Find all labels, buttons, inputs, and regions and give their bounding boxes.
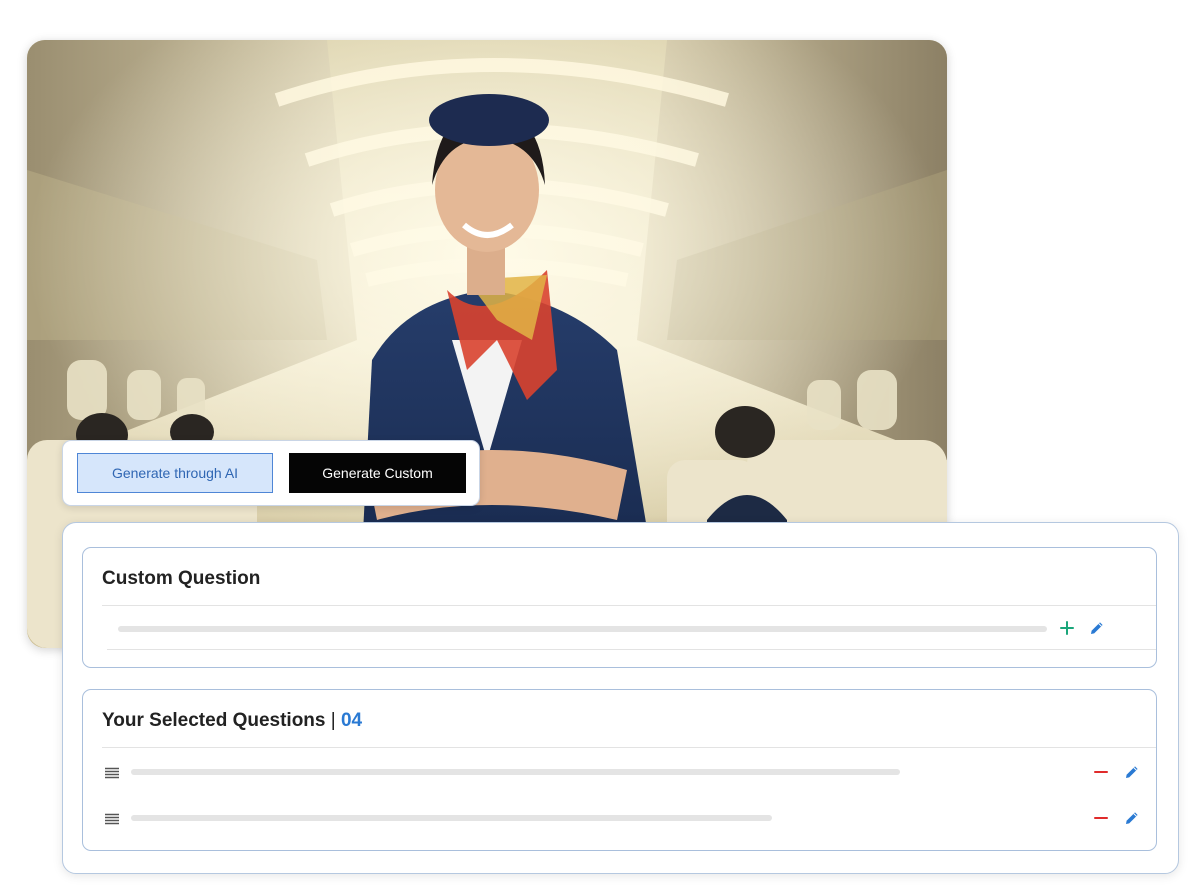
generate-through-ai-button[interactable]: Generate through AI bbox=[77, 453, 273, 493]
pencil-icon[interactable] bbox=[1123, 763, 1141, 781]
generate-custom-button[interactable]: Generate Custom bbox=[289, 453, 466, 493]
pencil-icon[interactable] bbox=[1123, 809, 1141, 827]
selected-questions-count: 04 bbox=[340, 710, 363, 731]
selected-questions-label: Your Selected Questions bbox=[102, 710, 326, 731]
section-divider bbox=[102, 747, 1156, 748]
custom-question-input-placeholder[interactable] bbox=[118, 626, 1047, 632]
minus-icon[interactable] bbox=[1092, 809, 1110, 827]
questions-panel: Custom Question Your Selected Questions … bbox=[62, 522, 1179, 874]
question-text-placeholder bbox=[131, 815, 772, 821]
selected-questions-title: Your Selected Questions | 04 bbox=[102, 710, 362, 732]
custom-question-title: Custom Question bbox=[102, 568, 261, 589]
drag-handle-icon[interactable] bbox=[105, 812, 119, 825]
minus-icon[interactable] bbox=[1092, 763, 1110, 781]
question-text-placeholder bbox=[131, 769, 900, 775]
selected-questions-section: Your Selected Questions | 04 bbox=[82, 689, 1157, 851]
drag-handle-icon[interactable] bbox=[105, 766, 119, 779]
section-divider bbox=[102, 605, 1156, 606]
plus-icon[interactable] bbox=[1058, 619, 1076, 637]
pencil-icon[interactable] bbox=[1088, 619, 1106, 637]
title-separator: | bbox=[330, 710, 336, 731]
generate-options-card: Generate through AI Generate Custom bbox=[62, 440, 480, 506]
custom-question-section: Custom Question bbox=[82, 547, 1157, 668]
section-divider bbox=[107, 649, 1156, 650]
